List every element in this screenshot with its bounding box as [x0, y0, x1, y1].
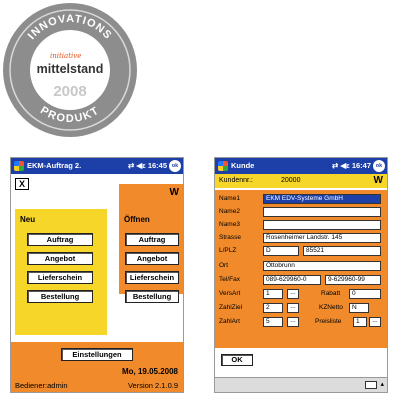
city-label: Ort [219, 262, 229, 269]
badge-brand: mittelstand [37, 62, 104, 76]
windows-start-icon[interactable] [218, 161, 228, 171]
customer-number-value: 20000 [281, 177, 301, 184]
shipping-type-field[interactable]: 1 [263, 289, 283, 299]
open-quote-button[interactable]: Angebot [125, 252, 179, 265]
menu-bar: ▴ [215, 377, 387, 392]
new-document-panel: Neu Auftrag Angebot Lieferschein Bestell… [15, 209, 107, 335]
app-body: X Neu Auftrag Angebot Lieferschein Beste… [11, 174, 183, 392]
connectivity-icon[interactable]: ⇄ [128, 161, 134, 170]
price-list-field[interactable]: 1 [353, 317, 367, 327]
name2-label: Name2 [219, 208, 240, 215]
title-bar: EKM-Auftrag 2. ⇄ ◀ε 16:45 ok [11, 158, 183, 174]
title-bar: Kunde ⇄ ◀ε 16:47 ok [215, 158, 387, 174]
payment-type-field[interactable]: 5 [263, 317, 283, 327]
new-quote-button[interactable]: Angebot [27, 252, 93, 265]
app-body: Kundennr.: 20000 W Name1 EKM EDV-Systeme… [215, 174, 387, 392]
ok-close-button[interactable]: ok [373, 160, 385, 172]
ok-close-button[interactable]: ok [169, 160, 181, 172]
customer-number-label: Kundennr.: [219, 177, 253, 184]
version-label: Version 2.1.0.9 [127, 381, 178, 390]
section-title-oeffnen: Öffnen [124, 215, 150, 224]
badge-year: 2008 [53, 83, 86, 100]
corner-indicator: W [373, 175, 383, 186]
net-flag-label: KZNetto [319, 304, 343, 311]
clock[interactable]: 16:45 [148, 161, 167, 170]
exit-button[interactable]: X [15, 178, 29, 190]
corner-indicator: W [169, 187, 179, 198]
name3-field[interactable] [263, 220, 381, 230]
country-zip-label: L/PLZ [219, 247, 237, 254]
badge-script: initiative [50, 52, 81, 60]
street-label: Strasse [219, 234, 242, 241]
main-menu-screen: EKM-Auftrag 2. ⇄ ◀ε 16:45 ok X Neu Auftr… [10, 157, 184, 393]
window-title: Kunde [231, 161, 255, 170]
discount-label: Rabatt [321, 290, 341, 297]
customer-screen: Kunde ⇄ ◀ε 16:47 ok Kundennr.: 20000 W N… [214, 157, 388, 393]
name3-label: Name3 [219, 221, 240, 228]
open-document-panel: W Öffnen Auftrag Angebot Lieferschein Be… [119, 184, 183, 303]
phone-fax-label: Tel/Fax [219, 276, 240, 283]
price-list-label: Preisliste [315, 318, 342, 325]
system-tray: ⇄ ◀ε 16:45 [128, 158, 167, 174]
customer-header: Kundennr.: 20000 W [215, 174, 387, 188]
new-delivery-note-button[interactable]: Lieferschein [27, 271, 93, 284]
new-purchase-order-button[interactable]: Bestellung [27, 290, 93, 303]
discount-field[interactable]: 0 [349, 289, 381, 299]
city-field[interactable]: Ottobrunn [263, 261, 381, 271]
settings-button[interactable]: Einstellungen [61, 348, 133, 361]
shipping-type-label: VersArt [219, 290, 241, 297]
current-date: Mo, 19.05.2008 [121, 367, 178, 376]
fax-field[interactable]: 9-629960-99 [325, 275, 381, 285]
payment-term-field[interactable]: 2 [263, 303, 283, 313]
windows-start-icon[interactable] [14, 161, 24, 171]
status-panel: Einstellungen Mo, 19.05.2008 Bediener:ad… [11, 342, 183, 392]
window-title: EKM-Auftrag 2. [27, 161, 82, 170]
shipping-type-picker[interactable]: ... [287, 289, 299, 299]
volume-icon[interactable]: ◀ε [340, 161, 349, 170]
zip-field[interactable]: 85521 [303, 246, 381, 256]
open-delivery-note-button[interactable]: Lieferschein [125, 271, 179, 284]
payment-term-label: ZahlZiel [219, 304, 243, 311]
price-list-picker[interactable]: ... [369, 317, 381, 327]
new-order-button[interactable]: Auftrag [27, 233, 93, 246]
input-panel-arrow-icon[interactable]: ▴ [380, 380, 384, 388]
clock[interactable]: 16:47 [352, 161, 371, 170]
customer-form: Name1 EKM EDV-Systeme GmbH Name2 Name3 S… [215, 190, 387, 348]
open-order-button[interactable]: Auftrag [125, 233, 179, 246]
innovation-badge: INNOVATIONS PRODUKT initiative mittelsta… [3, 3, 137, 137]
phone-field[interactable]: 089-629960-0 [263, 275, 321, 285]
payment-type-picker[interactable]: ... [287, 317, 299, 327]
connectivity-icon[interactable]: ⇄ [332, 161, 338, 170]
system-tray: ⇄ ◀ε 16:47 [332, 158, 371, 174]
keyboard-icon[interactable] [365, 381, 377, 389]
name1-label: Name1 [219, 195, 240, 202]
net-flag-field[interactable]: N [349, 303, 369, 313]
open-purchase-order-button[interactable]: Bestellung [125, 290, 179, 303]
street-field[interactable]: Rosenheimer Landstr. 145 [263, 233, 381, 243]
ok-button[interactable]: OK [221, 354, 253, 366]
name1-field[interactable]: EKM EDV-Systeme GmbH [263, 194, 381, 204]
name2-field[interactable] [263, 207, 381, 217]
country-field[interactable]: D [263, 246, 299, 256]
payment-type-label: ZahlArt [219, 318, 240, 325]
section-title-neu: Neu [20, 215, 36, 224]
payment-term-picker[interactable]: ... [287, 303, 299, 313]
operator-label: Bediener:admin [15, 381, 68, 390]
volume-icon[interactable]: ◀ε [136, 161, 145, 170]
